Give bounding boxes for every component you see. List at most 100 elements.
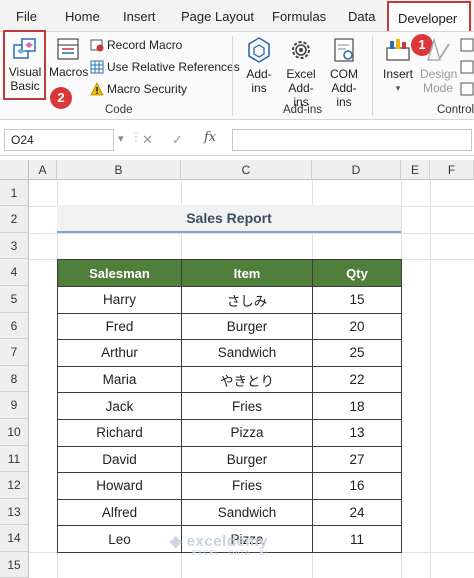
table-row: David Burger 27 [57,445,402,474]
item-cell[interactable]: Burger [181,445,313,474]
column-header-b[interactable]: B [57,160,181,180]
salesman-cell[interactable]: Howard [57,472,182,500]
table-row: Howard Fries 16 [57,472,402,500]
column-header-e[interactable]: E [401,160,430,180]
row-header[interactable]: 12 [0,472,29,499]
record-macro-button[interactable]: Record Macro [90,38,182,52]
name-box-dropdown-icon[interactable]: ▾ [118,132,124,145]
watermark-tagline: EXCEL · DATA · BI [192,550,268,557]
macros-icon [57,38,79,60]
row-header[interactable]: 7 [0,339,29,366]
name-box[interactable]: O24 [4,129,114,151]
salesman-cell[interactable]: Harry [57,286,182,314]
row-header[interactable]: 15 [0,552,29,578]
salesman-cell[interactable]: Arthur [57,339,182,367]
chevron-down-icon: ▾ [395,83,401,93]
column-header-f[interactable]: F [430,160,474,180]
item-cell[interactable]: Fries [181,392,313,420]
table-row: Maria やきとり 22 [57,365,402,394]
select-all-corner[interactable] [0,160,29,180]
controls-group-label: Control [437,104,474,116]
toolbox-icon [386,39,410,61]
row-header[interactable]: 4 [0,259,29,286]
salesman-cell[interactable]: Fred [57,312,182,341]
header-item[interactable]: Item [181,259,313,287]
row-header[interactable]: 14 [0,525,29,552]
table-row: Jack Fries 18 [57,392,402,420]
qty-cell[interactable]: 11 [312,525,402,553]
step-2-badge: 2 [50,87,72,109]
use-relative-references-button[interactable]: Use Relative References [90,60,240,74]
run-dialog-button[interactable] [460,82,474,96]
row-header[interactable]: 5 [0,286,29,313]
salesman-cell[interactable]: Leo [57,525,182,553]
row-header[interactable]: 8 [0,365,29,393]
qty-cell[interactable]: 13 [312,418,402,447]
qty-cell[interactable]: 16 [312,472,402,500]
tab-data[interactable]: Data [348,9,375,24]
tab-insert[interactable]: Insert [123,9,156,24]
row-header[interactable]: 2 [0,206,29,233]
qty-cell[interactable]: 24 [312,498,402,527]
column-header-d[interactable]: D [312,160,401,180]
properties-button[interactable] [460,38,474,52]
cancel-entry-icon[interactable]: ✕ [142,132,153,148]
qty-cell[interactable]: 27 [312,445,402,474]
excel-add-ins-label: Excel Add-ins [286,67,316,109]
salesman-cell[interactable]: Jack [57,392,182,420]
tab-page-layout[interactable]: Page Layout [181,9,254,24]
add-ins-button[interactable]: Add-ins [240,36,278,95]
report-title[interactable]: Sales Report [57,205,401,233]
row-header[interactable]: 11 [0,445,29,473]
warning-icon [90,82,104,96]
view-code-button[interactable] [460,60,474,74]
com-add-ins-button[interactable]: COM Add-ins [323,36,365,109]
tab-file[interactable]: File [16,9,37,24]
row-header[interactable]: 1 [0,180,29,206]
item-cell[interactable]: Fries [181,472,313,500]
item-cell[interactable]: さしみ [181,286,313,314]
row-header[interactable]: 6 [0,312,29,340]
confirm-entry-icon[interactable]: ✓ [172,132,183,148]
excel-add-ins-button[interactable]: Excel Add-ins [281,36,321,109]
table-row: Alfred Sandwich 24 [57,498,402,527]
qty-cell[interactable]: 20 [312,312,402,341]
column-header-c[interactable]: C [181,160,312,180]
macros-button[interactable]: Macros [49,36,88,79]
qty-cell[interactable]: 25 [312,339,402,367]
salesman-cell[interactable]: Alfred [57,498,182,527]
qty-cell[interactable]: 22 [312,365,402,394]
column-header-a[interactable]: A [29,160,57,180]
watermark-name: exceldemy [186,533,268,550]
watermark: ◈ exceldemy EXCEL · DATA · BI [170,532,268,557]
salesman-cell[interactable]: Richard [57,418,182,447]
group-separator [372,36,373,116]
tab-developer[interactable]: Developer [387,1,471,31]
design-mode-button[interactable]: Design Mode [419,36,457,95]
row-header[interactable]: 9 [0,392,29,419]
insert-function-icon[interactable]: fx [204,130,216,145]
group-separator [232,36,233,116]
item-cell[interactable]: Burger [181,312,313,341]
row-header[interactable]: 13 [0,498,29,526]
qty-cell[interactable]: 15 [312,286,402,314]
header-qty[interactable]: Qty [312,259,402,287]
item-cell[interactable]: Sandwich [181,339,313,367]
header-salesman[interactable]: Salesman [57,259,182,287]
item-cell[interactable]: Sandwich [181,498,313,527]
tab-home[interactable]: Home [65,9,100,24]
tab-formulas[interactable]: Formulas [272,9,326,24]
table-header-row: Salesman Item Qty [57,259,402,287]
item-cell[interactable]: やきとり [181,365,313,394]
insert-control-label: Insert [382,67,413,81]
macro-security-button[interactable]: Macro Security [90,82,187,96]
formula-bar: O24 ▾ ⋮ ✕ ✓ fx [0,124,474,156]
table-row: Arthur Sandwich 25 [57,339,402,367]
qty-cell[interactable]: 18 [312,392,402,420]
formula-input[interactable] [232,129,472,151]
row-header[interactable]: 10 [0,419,29,446]
row-header[interactable]: 3 [0,233,29,259]
item-cell[interactable]: Pizza [181,418,313,447]
salesman-cell[interactable]: Maria [57,365,182,394]
salesman-cell[interactable]: David [57,445,182,474]
